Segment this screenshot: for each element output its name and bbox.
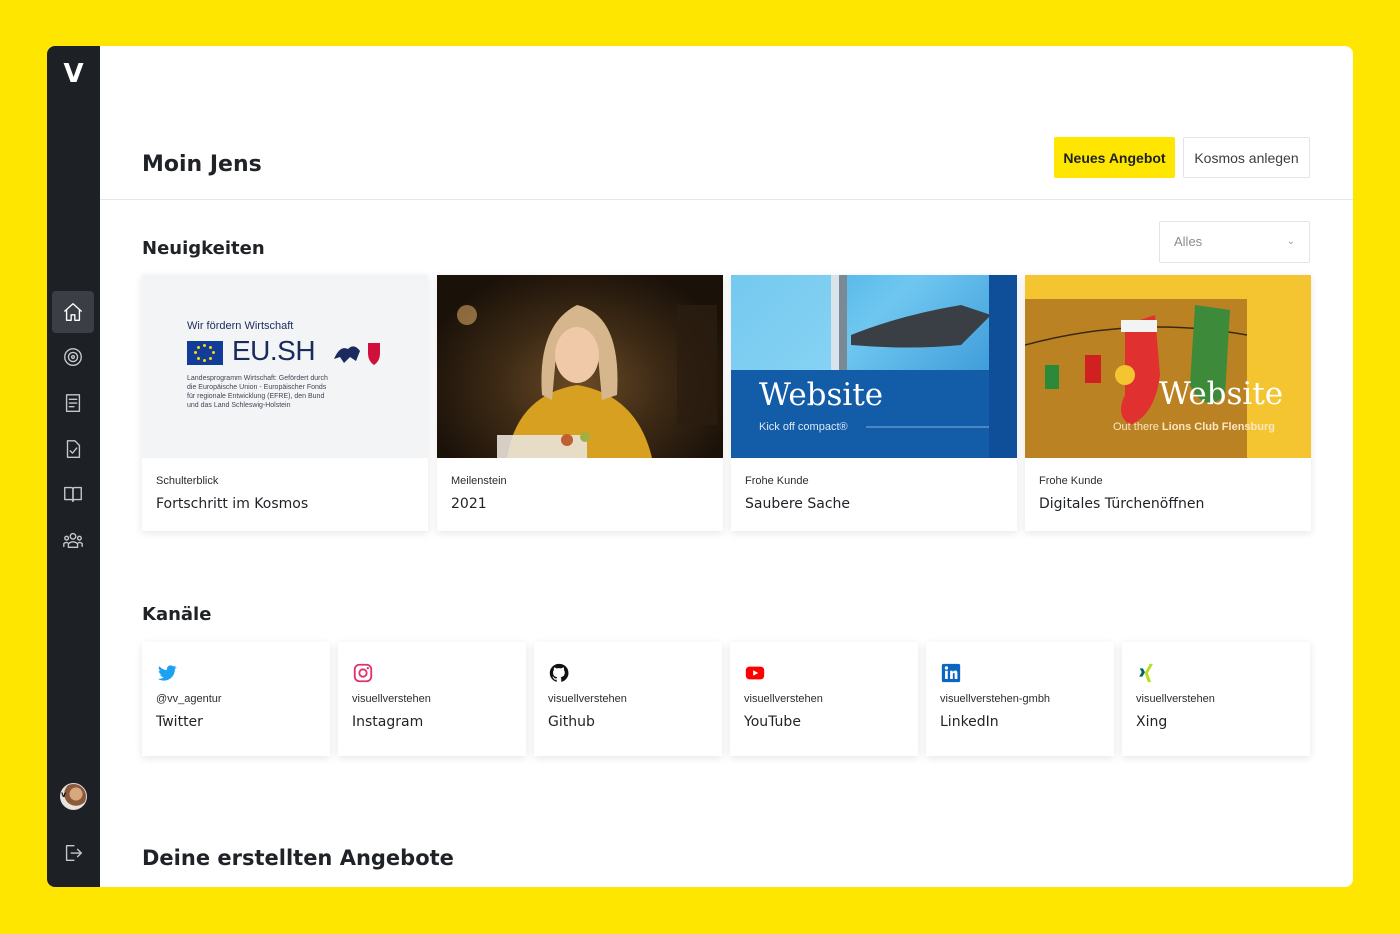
- website-subline-prefix: Out there: [1113, 421, 1162, 433]
- channel-card-youtube[interactable]: visuellverstehen YouTube: [730, 642, 918, 756]
- news-card-title: Fortschritt im Kosmos: [156, 496, 309, 512]
- portrait-illustration: [457, 305, 717, 458]
- channel-name: LinkedIn: [940, 714, 999, 730]
- book-icon: [64, 486, 82, 503]
- news-card[interactable]: Website Out there Lions Club Flensburg F…: [1025, 275, 1311, 531]
- eu-text-line: die Europäische Union - Europäischer Fon…: [187, 384, 327, 391]
- channel-card-linkedin[interactable]: visuellverstehen-gmbh LinkedIn: [926, 642, 1114, 756]
- checklist-icon: [66, 440, 81, 458]
- logout-button[interactable]: [52, 832, 94, 874]
- website-subline-client: Lions Club Flensburg: [1161, 421, 1275, 433]
- sidebar-item-documents[interactable]: [52, 382, 94, 424]
- sidebar: V v: [47, 46, 100, 887]
- news-image-eu-funding: Wir fördern Wirtschaft EU.SH Landesprogr…: [142, 275, 428, 458]
- linkedin-icon: [941, 663, 961, 683]
- youtube-icon: [745, 666, 765, 680]
- news-image-portrait: [437, 275, 723, 458]
- news-card[interactable]: Meilenstein 2021: [437, 275, 723, 531]
- channel-handle: visuellverstehen: [352, 693, 431, 705]
- logout-icon: [65, 844, 82, 862]
- channel-handle: @vv_agentur: [156, 693, 222, 705]
- sidebar-item-home[interactable]: [52, 291, 94, 333]
- offers-section-title: Deine erstellten Angebote: [142, 846, 454, 870]
- channel-handle: visuellverstehen: [548, 693, 627, 705]
- app-window: V v Moin Jens Neues Angebot Kosmos anleg…: [47, 46, 1353, 887]
- eu-logo-text: EU.SH: [232, 335, 316, 366]
- eu-text-line: Landesprogramm Wirtschaft: Gefördert dur…: [187, 375, 328, 382]
- news-image-window-cleaning: Website Kick off compact®: [731, 275, 1017, 458]
- website-subline: Out there Lions Club Flensburg: [1113, 421, 1275, 433]
- website-word: Website: [1159, 376, 1284, 412]
- channel-card-twitter[interactable]: @vv_agentur Twitter: [142, 642, 330, 756]
- eu-text-line: für regionale Entwicklung (EFRE), den Bu…: [187, 393, 325, 400]
- brand-logo[interactable]: V: [47, 54, 100, 94]
- channel-card-instagram[interactable]: visuellverstehen Instagram: [338, 642, 526, 756]
- channel-handle: visuellverstehen: [1136, 693, 1215, 705]
- sidebar-item-library[interactable]: [52, 473, 94, 515]
- sidebar-item-tasks[interactable]: [52, 428, 94, 470]
- twitter-icon: [157, 665, 177, 681]
- sidebar-item-team[interactable]: [52, 519, 94, 561]
- news-filter-value: Alles: [1174, 234, 1203, 249]
- xing-icon: [1139, 663, 1153, 683]
- eu-text-line: und das Land Schleswig-Holstein: [187, 402, 291, 409]
- channels-section-title: Kanäle: [142, 604, 212, 625]
- channel-card-github[interactable]: visuellverstehen Github: [534, 642, 722, 756]
- news-card[interactable]: Wir fördern Wirtschaft EU.SH Landesprogr…: [142, 275, 428, 531]
- chevron-down-icon: ⌄: [1286, 236, 1295, 247]
- sidebar-item-target[interactable]: [52, 336, 94, 378]
- channel-name: Xing: [1136, 714, 1168, 730]
- news-card-title: 2021: [451, 496, 487, 512]
- document-icon: [65, 394, 81, 412]
- header-divider: [100, 199, 1353, 200]
- page-title: Moin Jens: [142, 152, 262, 177]
- website-subline: Kick off compact®: [759, 421, 848, 433]
- news-card-title: Digitales Türchenöffnen: [1039, 496, 1205, 512]
- avatar-badge: v: [61, 790, 67, 799]
- channel-handle: visuellverstehen: [744, 693, 823, 705]
- github-icon: [549, 663, 569, 682]
- new-offer-button[interactable]: Neues Angebot: [1054, 137, 1175, 178]
- channel-name: Instagram: [352, 714, 424, 730]
- news-section-title: Neuigkeiten: [142, 238, 265, 259]
- news-card-tag: Frohe Kunde: [1039, 475, 1103, 487]
- crest-icon: [334, 343, 380, 365]
- eu-headline: Wir fördern Wirtschaft: [187, 320, 294, 332]
- eu-flag-icon: [187, 341, 223, 365]
- news-card-tag: Meilenstein: [451, 475, 507, 487]
- news-filter-select[interactable]: Alles ⌄: [1159, 221, 1310, 263]
- news-card-title: Saubere Sache: [745, 496, 850, 512]
- channel-card-xing[interactable]: visuellverstehen Xing: [1122, 642, 1310, 756]
- channel-handle: visuellverstehen-gmbh: [940, 693, 1051, 705]
- target-icon: [64, 348, 82, 366]
- create-kosmos-button[interactable]: Kosmos anlegen: [1183, 137, 1310, 178]
- channel-name: YouTube: [744, 714, 801, 730]
- website-word: Website: [759, 377, 884, 413]
- main-content: Moin Jens Neues Angebot Kosmos anlegen N…: [100, 46, 1353, 887]
- instagram-icon: [353, 663, 373, 683]
- team-icon: [63, 532, 83, 549]
- news-card[interactable]: Website Kick off compact® Frohe Kunde Sa…: [731, 275, 1017, 531]
- news-image-advent-calendar: Website Out there Lions Club Flensburg: [1025, 275, 1311, 458]
- channel-name: Twitter: [156, 714, 203, 730]
- news-card-tag: Frohe Kunde: [745, 475, 809, 487]
- home-icon: [64, 303, 82, 321]
- channel-name: Github: [548, 714, 595, 730]
- news-card-tag: Schulterblick: [156, 475, 219, 487]
